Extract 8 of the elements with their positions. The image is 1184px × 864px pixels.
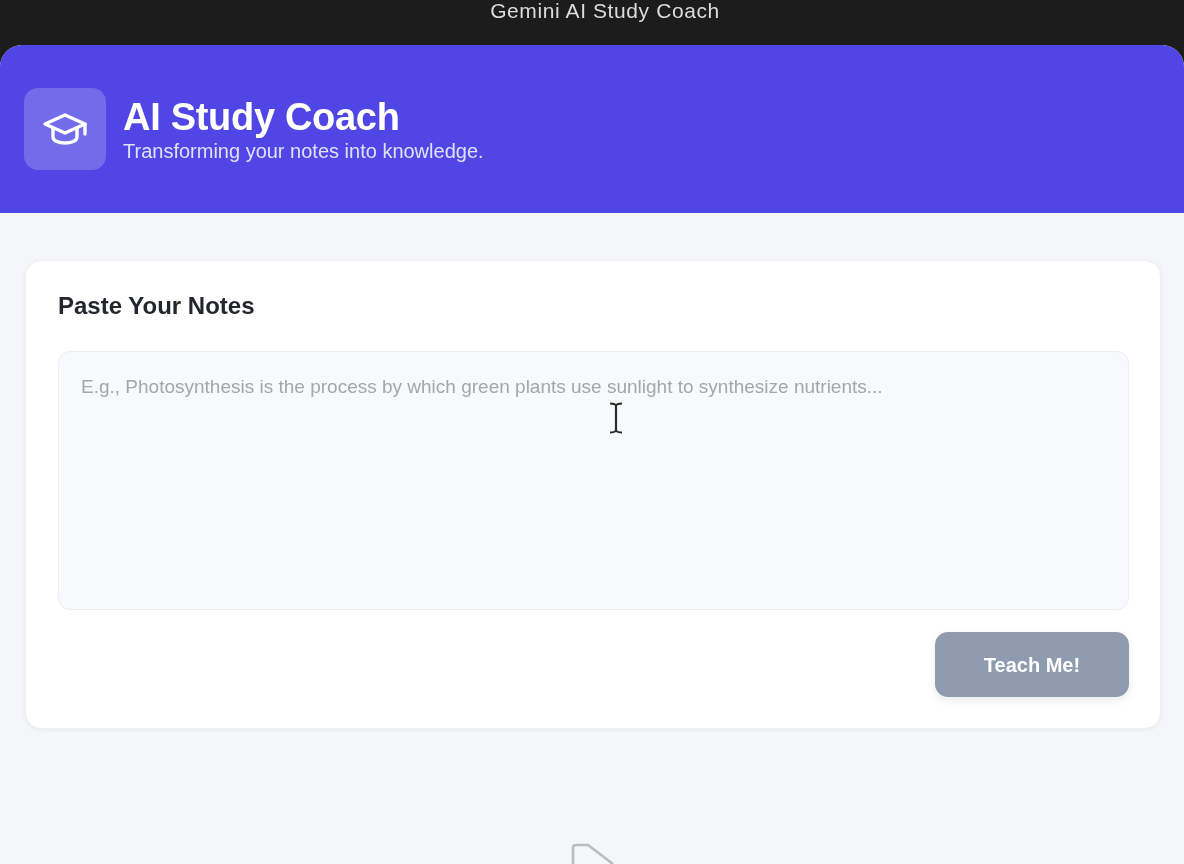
card-heading: Paste Your Notes (58, 291, 255, 321)
app-title: AI Study Coach (123, 95, 401, 139)
graduation-cap-icon (24, 88, 106, 170)
notes-field[interactable]: E.g., Photosynthesis is the process by which green plants use sunlight to synthesize nutrients... (58, 351, 1129, 610)
app-subtitle: Transforming your notes into knowledge. (123, 139, 484, 163)
window-title: Gemini AI Study Coach (490, 0, 720, 22)
text-cursor-icon (609, 402, 623, 434)
document-icon (571, 843, 615, 864)
